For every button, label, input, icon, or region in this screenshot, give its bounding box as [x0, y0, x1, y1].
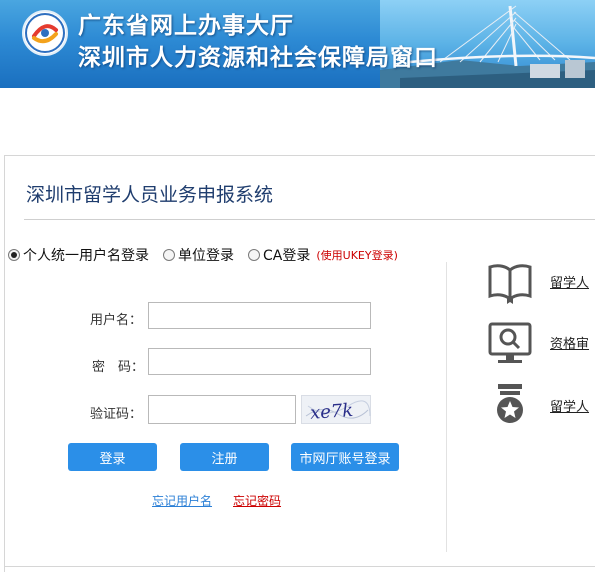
login-type-personal-label: 个人统一用户名登录 — [23, 248, 149, 264]
header-title-line2: 深圳市人力资源和社会保障局窗口 — [78, 45, 438, 71]
register-button[interactable]: 注册 — [180, 443, 269, 471]
login-type-group: 个人统一用户名登录 单位登录 CA登录 (使用UKEY登录) — [8, 244, 398, 266]
login-type-unit-label: 单位登录 — [178, 248, 234, 264]
header-banner: 广东省网上办事大厅 深圳市人力资源和社会保障局窗口 — [0, 0, 595, 88]
medal-star-icon[interactable] — [486, 380, 534, 428]
radio-ca[interactable] — [248, 249, 260, 261]
login-type-personal[interactable]: 个人统一用户名登录 — [8, 245, 149, 265]
captcha-image[interactable]: xe7k — [301, 395, 371, 424]
login-button[interactable]: 登录 — [68, 443, 157, 471]
captcha-input[interactable] — [148, 395, 296, 424]
radio-unit[interactable] — [163, 249, 175, 261]
monitor-search-icon[interactable] — [486, 319, 534, 367]
login-type-unit[interactable]: 单位登录 — [163, 245, 234, 265]
title-divider — [24, 219, 595, 220]
radio-personal[interactable] — [8, 249, 20, 261]
password-label: 密 码： — [92, 360, 145, 375]
service-link-2[interactable]: 资格审 — [550, 333, 595, 352]
forgot-password-link[interactable]: 忘记密码 — [233, 492, 281, 509]
service-link-1[interactable]: 留学人 — [550, 272, 595, 291]
password-input[interactable] — [148, 348, 371, 375]
captcha-label: 验证码： — [90, 407, 143, 422]
login-type-ca-label: CA登录 — [263, 248, 311, 264]
header-title-line1: 广东省网上办事大厅 — [78, 13, 294, 39]
captcha-text: xe7k — [309, 400, 354, 424]
system-title: 深圳市留学人员业务申报系统 — [26, 184, 274, 206]
login-type-ca[interactable]: CA登录 — [248, 245, 310, 265]
service-link-3[interactable]: 留学人 — [550, 396, 595, 415]
forgot-username-link[interactable]: 忘记用户名 — [152, 492, 212, 509]
emblem-logo-icon — [22, 10, 68, 56]
username-input[interactable] — [148, 302, 371, 329]
ukey-note: (使用UKEY登录) — [316, 249, 398, 262]
open-book-icon[interactable] — [486, 258, 534, 306]
username-label: 用户名： — [90, 313, 143, 328]
bottom-divider — [4, 566, 595, 567]
panel-divider — [446, 262, 447, 552]
city-account-login-button[interactable]: 市网厅账号登录 — [291, 443, 399, 471]
